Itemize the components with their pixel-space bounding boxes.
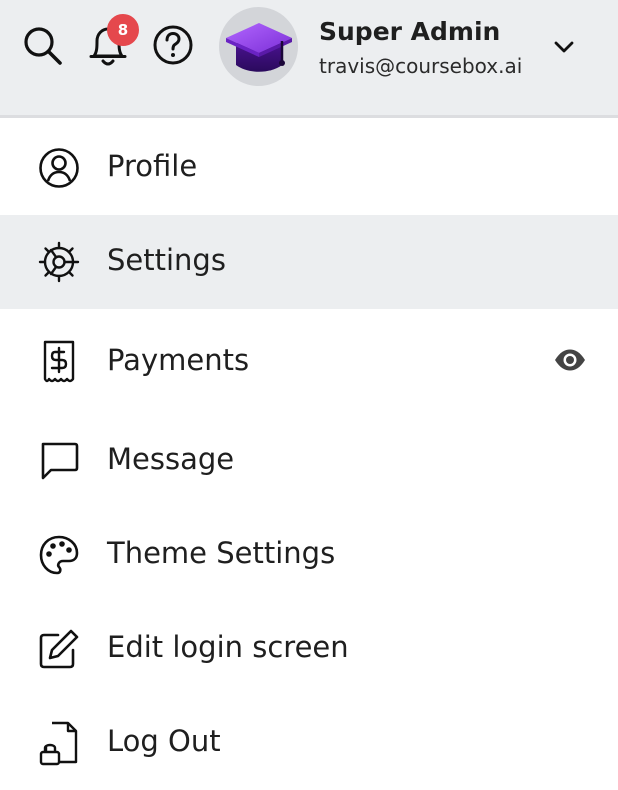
account-header: 8 Super Admin travis@coursebox.ai — [0, 0, 618, 118]
edit-icon — [38, 628, 80, 674]
gear-icon — [38, 241, 80, 287]
menu-item-payments[interactable]: Payments — [0, 315, 618, 409]
user-circle-icon — [38, 147, 80, 193]
message-icon — [38, 440, 80, 486]
eye-icon[interactable] — [553, 348, 587, 372]
menu-item-label: Payments — [107, 343, 250, 377]
menu-item-edit-login-screen[interactable]: Edit login screen — [0, 602, 618, 696]
palette-icon — [38, 534, 80, 580]
menu-item-label: Settings — [107, 243, 226, 277]
chevron-down-icon[interactable] — [553, 38, 575, 56]
menu-item-label: Profile — [107, 149, 198, 183]
lock-file-icon — [38, 720, 80, 770]
user-email: travis@coursebox.ai — [319, 54, 523, 78]
menu-item-log-out[interactable]: Log Out — [0, 696, 618, 790]
notification-badge: 8 — [107, 14, 139, 46]
graduation-cap-icon — [225, 22, 292, 72]
menu-item-label: Message — [107, 442, 235, 476]
menu-item-message[interactable]: Message — [0, 414, 618, 508]
avatar[interactable] — [219, 7, 298, 86]
menu-item-label: Log Out — [107, 724, 221, 758]
menu-item-label: Theme Settings — [107, 536, 336, 570]
receipt-dollar-icon — [38, 339, 80, 389]
menu-item-theme-settings[interactable]: Theme Settings — [0, 508, 618, 602]
search-icon[interactable] — [22, 25, 64, 67]
menu-item-settings[interactable]: Settings — [0, 215, 618, 309]
menu-item-profile[interactable]: Profile — [0, 121, 618, 215]
menu-item-label: Edit login screen — [107, 630, 349, 664]
user-name: Super Admin — [319, 17, 501, 46]
help-icon[interactable] — [152, 24, 194, 66]
